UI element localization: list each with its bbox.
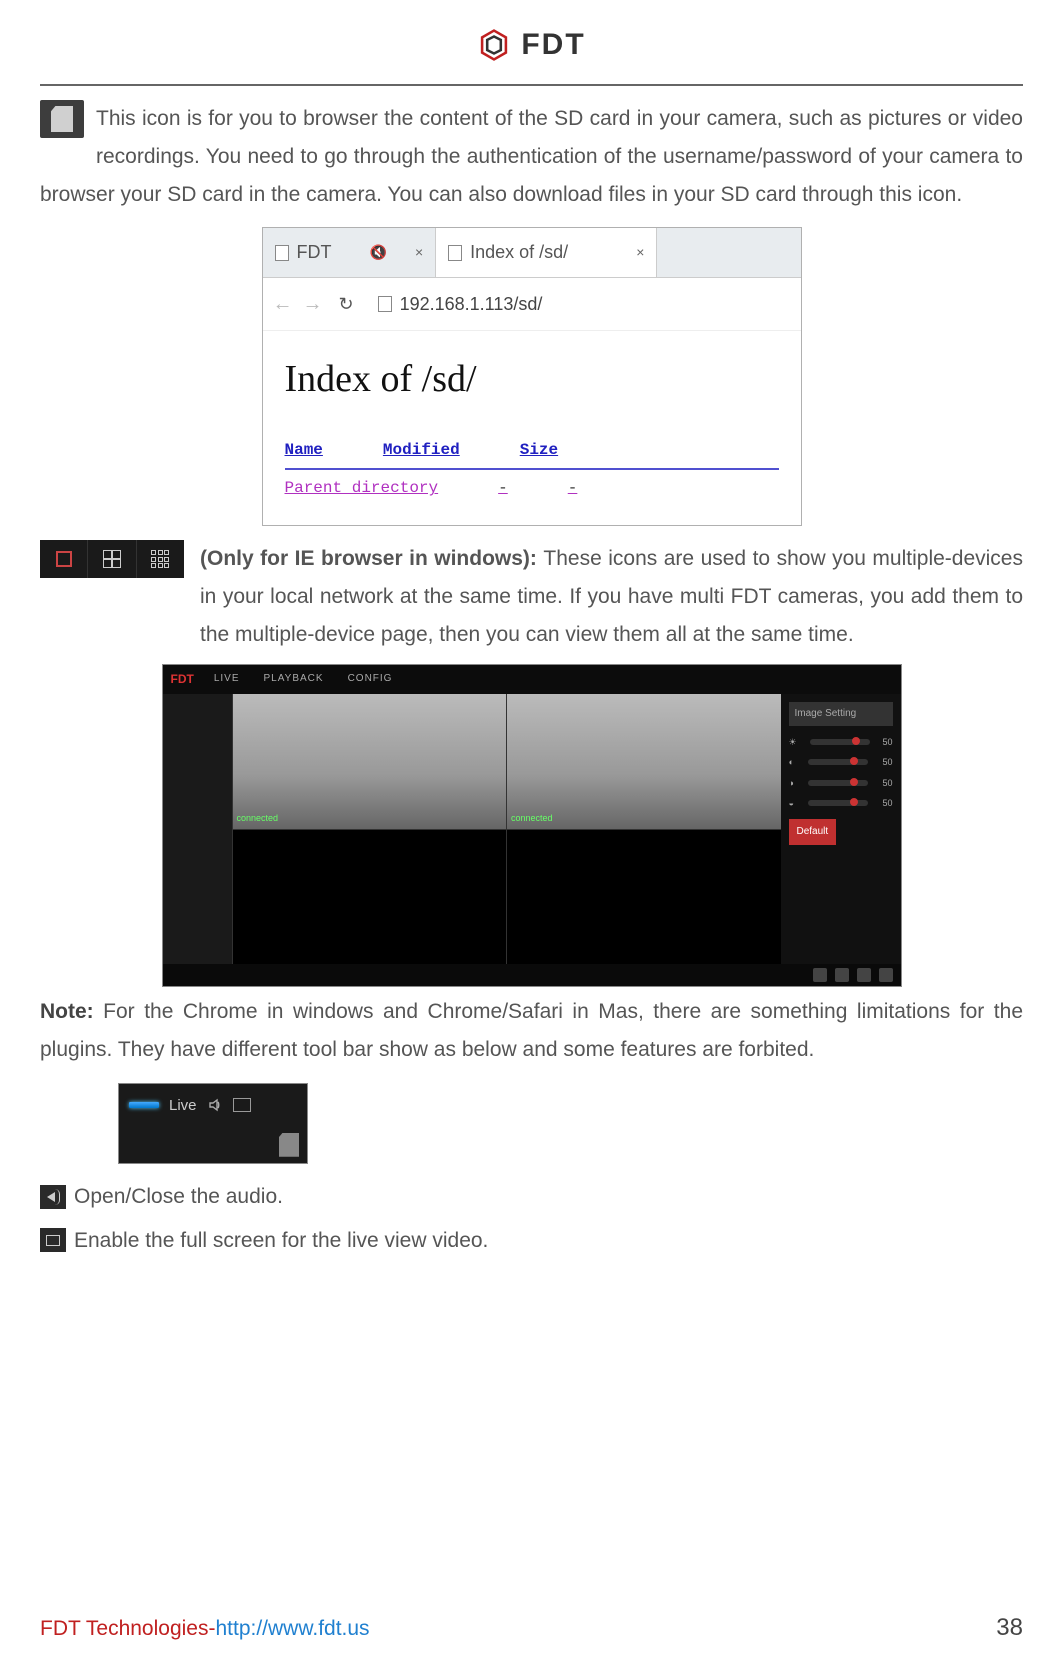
- footer-text: FDT Technologies-http://www.fdt.us: [40, 1610, 370, 1648]
- parent-dir-link: Parent directory: [285, 474, 439, 503]
- multiview-description: (Only for IE browser in windows): These …: [200, 540, 1023, 653]
- grid-1-icon: [40, 540, 88, 578]
- brand-text: FDT: [521, 18, 585, 72]
- speaker-icon: [207, 1097, 223, 1113]
- active-indicator: [129, 1102, 159, 1108]
- close-icon: ×: [636, 240, 644, 265]
- sd-card-description: This icon is for you to browser the cont…: [40, 100, 1023, 213]
- note-label: Note:: [40, 1000, 94, 1023]
- fullscreen-description: Enable the full screen for the live view…: [74, 1222, 488, 1260]
- toolbar-screenshot: Live: [118, 1083, 308, 1164]
- company-name: FDT Technologies-: [40, 1617, 215, 1640]
- col-name: Name: [285, 436, 323, 465]
- col-size: Size: [520, 436, 558, 465]
- dash: -: [568, 474, 578, 503]
- grid-9-icon: [137, 540, 184, 578]
- footer-icon: [857, 968, 871, 982]
- col-modified: Modified: [383, 436, 460, 465]
- browser-tab-fdt: FDT 🔇 ×: [263, 228, 437, 276]
- sd-card-icon: [40, 100, 84, 138]
- footer-icon: [879, 968, 893, 982]
- reload-icon: ↻: [339, 288, 354, 320]
- sd-card-section: This icon is for you to browser the cont…: [40, 100, 1023, 213]
- page-header: FDT: [40, 0, 1023, 86]
- setting-slider: ◒50: [789, 793, 893, 813]
- monitor-icon: [233, 1098, 251, 1112]
- sd-card-icon: [279, 1133, 299, 1157]
- camera-feed-3: [233, 830, 507, 965]
- browser-tabbar: FDT 🔇 × Index of /sd/ ×: [263, 228, 801, 277]
- fdt-logo-icon: [477, 28, 511, 62]
- setting-slider: ☀50: [789, 732, 893, 752]
- setting-slider: ◑50: [789, 773, 893, 793]
- page-icon: [448, 245, 462, 261]
- company-url: http://www.fdt.us: [215, 1617, 369, 1640]
- fdt-logo: FDT: [477, 18, 585, 72]
- browser-tab-index: Index of /sd/ ×: [436, 228, 657, 276]
- image-settings-panel: Image Setting ☀50 ◐50 ◑50 ◒50 Default: [781, 694, 901, 964]
- speaker-icon: [40, 1185, 66, 1209]
- page-icon: [378, 296, 392, 312]
- app-brand: FDT: [171, 669, 194, 691]
- fullscreen-icon-row: Enable the full screen for the live view…: [40, 1222, 1023, 1260]
- index-header-row: Name Modified Size: [285, 432, 779, 470]
- toolbar-row: Live: [119, 1084, 307, 1127]
- page-icon: [275, 245, 289, 261]
- index-parent-row: Parent directory - -: [285, 469, 779, 507]
- audio-icon-row: Open/Close the audio.: [40, 1178, 1023, 1216]
- tab-live: LIVE: [214, 670, 240, 688]
- grid-4-icon: [88, 540, 136, 578]
- multiview-section: (Only for IE browser in windows): These …: [40, 540, 1023, 653]
- close-icon: ×: [415, 240, 423, 265]
- mute-icon: 🔇: [370, 240, 387, 265]
- multicam-body: connected connected Image Setting ☀50 ◐5…: [163, 694, 901, 964]
- index-page-body: Index of /sd/ Name Modified Size Parent d…: [263, 331, 801, 525]
- multicam-footer: [163, 964, 901, 986]
- camera-feed-4: [507, 830, 781, 965]
- grid-layout-icons: [40, 540, 184, 578]
- dash: -: [498, 474, 508, 503]
- page-number: 38: [996, 1606, 1023, 1649]
- footer-icon: [835, 968, 849, 982]
- url-text: 192.168.1.113/sd/: [400, 288, 543, 320]
- panel-title: Image Setting: [789, 702, 893, 726]
- browser-index-screenshot: FDT 🔇 × Index of /sd/ × ← → ↻ 192.168.1.…: [262, 227, 802, 526]
- audio-description: Open/Close the audio.: [74, 1178, 283, 1216]
- ie-only-prefix: (Only for IE browser in windows):: [200, 547, 543, 570]
- tab-config: CONFIG: [348, 670, 393, 688]
- camera-list-panel: [163, 694, 233, 964]
- camera-feed-1: connected: [233, 694, 507, 829]
- forward-icon: →: [303, 286, 323, 322]
- tab-label: Index of /sd/: [470, 236, 568, 268]
- multicam-tabs: LIVE PLAYBACK CONFIG: [214, 670, 393, 688]
- setting-slider: ◐50: [789, 752, 893, 772]
- default-button: Default: [789, 819, 837, 845]
- note-text: For the Chrome in windows and Chrome/Saf…: [40, 1000, 1023, 1061]
- sd-shape-icon: [51, 106, 73, 132]
- footer-icon: [813, 968, 827, 982]
- camera-feed-2: connected: [507, 694, 781, 829]
- multicam-topbar: FDT LIVE PLAYBACK CONFIG: [163, 665, 901, 695]
- multicam-screenshot: FDT LIVE PLAYBACK CONFIG connected conne…: [162, 664, 902, 988]
- page-footer: FDT Technologies-http://www.fdt.us 38: [40, 1602, 1023, 1649]
- note-paragraph: Note: For the Chrome in windows and Chro…: [40, 993, 1023, 1069]
- browser-address-bar: ← → ↻ 192.168.1.113/sd/: [263, 278, 801, 331]
- index-page-title: Index of /sd/: [285, 345, 779, 413]
- camera-grid: connected connected: [233, 694, 781, 964]
- fullscreen-icon: [40, 1228, 66, 1252]
- live-label: Live: [169, 1092, 197, 1119]
- tab-label: FDT: [297, 236, 332, 268]
- back-icon: ←: [273, 286, 293, 322]
- url-display: 192.168.1.113/sd/: [370, 286, 551, 322]
- tab-playback: PLAYBACK: [264, 670, 324, 688]
